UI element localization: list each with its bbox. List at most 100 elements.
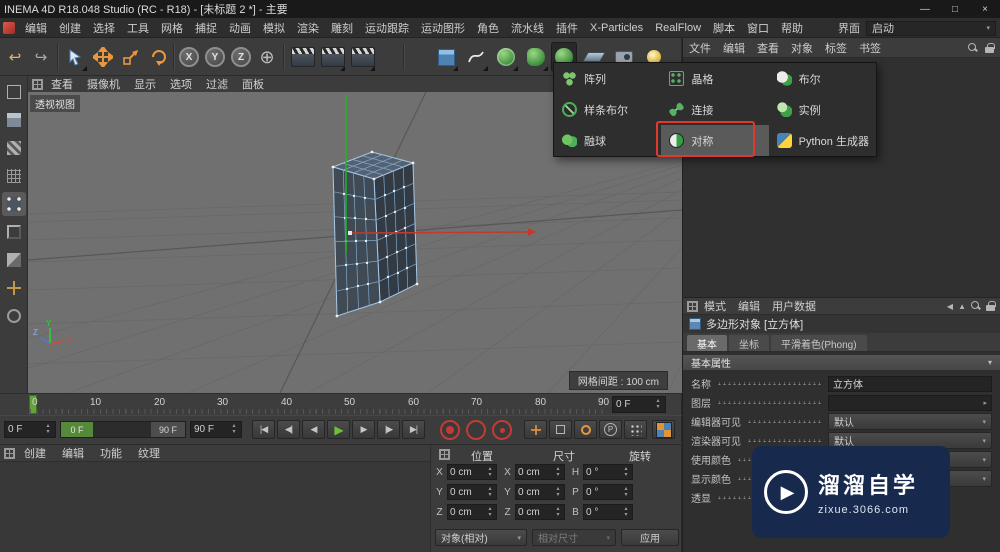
editor-visibility-dropdown[interactable]: 默认 ▾	[828, 413, 992, 430]
coordinate-system-button[interactable]: ⊕	[254, 42, 280, 72]
material-menu-edit[interactable]: 编辑	[55, 445, 91, 461]
name-field[interactable]: 立方体	[828, 375, 992, 392]
minimize-button[interactable]: —	[910, 0, 940, 18]
am-menu-mode[interactable]: 模式	[698, 298, 732, 314]
range-start-spinner[interactable]: ▴ ▾	[44, 423, 52, 436]
menu-plugins[interactable]: 插件	[550, 20, 584, 36]
menu-create[interactable]: 创建	[53, 20, 87, 36]
record-position-toggle[interactable]	[524, 420, 547, 439]
menu-realflow[interactable]: RealFlow	[649, 22, 707, 34]
tab-phong[interactable]: 平滑着色(Phong)	[771, 335, 867, 351]
position-z-field[interactable]: 0 cm ▴ ▾	[447, 504, 497, 520]
menu-item-symmetry[interactable]: 对称	[661, 125, 769, 156]
am-menu-edit[interactable]: 编辑	[732, 298, 766, 314]
history-back-icon[interactable]: ◀	[947, 302, 953, 311]
menu-sculpt[interactable]: 雕刻	[325, 20, 359, 36]
go-to-start-button[interactable]: |◀	[252, 420, 275, 439]
spinner[interactable]: ▴ ▾	[554, 466, 562, 479]
menu-mesh[interactable]: 网格	[155, 20, 189, 36]
menu-character[interactable]: 角色	[471, 20, 505, 36]
layer-field[interactable]: ▸	[828, 394, 992, 411]
previous-frame-button[interactable]: ◀	[302, 420, 325, 439]
spinner[interactable]: ▴ ▾	[622, 506, 630, 519]
range-end-spinner[interactable]: ▴ ▾	[230, 423, 238, 436]
search-icon[interactable]	[968, 42, 978, 53]
panel-grid-icon[interactable]	[687, 300, 698, 312]
polygons-mode-button[interactable]	[2, 248, 26, 272]
scale-tool-button[interactable]	[118, 42, 144, 72]
record-parameter-toggle[interactable]: P	[599, 420, 622, 439]
x-axis-lock-button[interactable]: X	[176, 42, 202, 72]
menu-item-lattice[interactable]: 晶格	[661, 63, 768, 94]
viewport-menu-panel[interactable]: 面板	[236, 76, 270, 92]
menu-item-python-generator[interactable]: Python 生成器	[769, 125, 876, 156]
viewport-menu-view[interactable]: 查看	[45, 76, 79, 92]
materials-list[interactable]	[0, 462, 430, 552]
lock-icon[interactable]	[986, 301, 996, 311]
menu-mograph[interactable]: 运动图形	[415, 20, 471, 36]
om-menu-view[interactable]: 查看	[751, 40, 785, 56]
spinner[interactable]: ▴ ▾	[622, 486, 630, 499]
panel-grid-icon[interactable]	[439, 449, 450, 460]
om-menu-objects[interactable]: 对象	[785, 40, 819, 56]
om-menu-file[interactable]: 文件	[683, 40, 717, 56]
timeline-window-button[interactable]	[652, 420, 675, 439]
menu-item-array[interactable]: 阵列	[554, 63, 661, 94]
edges-mode-button[interactable]	[2, 220, 26, 244]
menu-item-spline-mask[interactable]: 样条布尔	[554, 94, 661, 125]
viewport-menu-display[interactable]: 显示	[128, 76, 162, 92]
menu-pipeline[interactable]: 流水线	[505, 20, 550, 36]
undo-button[interactable]: ↩	[2, 42, 28, 72]
coordinate-mode-dropdown[interactable]: 对象(相对) ▾	[435, 529, 527, 546]
tab-basic[interactable]: 基本	[687, 335, 727, 351]
previous-key-button[interactable]: ◀|	[277, 420, 300, 439]
menu-xparticles[interactable]: X-Particles	[584, 22, 649, 34]
current-frame-field[interactable]: 0 F ▴ ▾	[612, 396, 666, 413]
spinner[interactable]: ▴ ▾	[486, 466, 494, 479]
workplane-mode-button[interactable]	[2, 164, 26, 188]
primitive-cube-button[interactable]	[433, 42, 459, 72]
record-keyframe-button[interactable]	[440, 420, 460, 440]
play-button[interactable]: ▶	[327, 420, 350, 439]
range-slider-start[interactable]: 0 F	[61, 422, 93, 437]
size-y-field[interactable]: 0 cm ▴ ▾	[515, 484, 565, 500]
menu-item-connect[interactable]: 连接	[661, 94, 768, 125]
rotation-p-field[interactable]: 0 ° ▴ ▾	[583, 484, 633, 500]
panel-grid-icon[interactable]	[32, 78, 43, 90]
next-frame-button[interactable]: ▶	[352, 420, 375, 439]
viewport-menu-filter[interactable]: 过滤	[200, 76, 234, 92]
range-start-field[interactable]: 0 F ▴ ▾	[4, 421, 56, 438]
record-pla-toggle[interactable]	[624, 420, 647, 439]
menu-window[interactable]: 窗口	[741, 20, 775, 36]
frame-range-slider[interactable]: 0 F 90 F	[60, 421, 186, 438]
menu-item-instance[interactable]: 实例	[769, 94, 876, 125]
menu-edit[interactable]: 编辑	[19, 20, 53, 36]
tab-coordinates[interactable]: 坐标	[729, 335, 769, 351]
keyframe-selection-button[interactable]	[492, 420, 512, 440]
menu-help[interactable]: 帮助	[775, 20, 809, 36]
om-menu-edit[interactable]: 编辑	[717, 40, 751, 56]
redo-button[interactable]: ↪	[28, 42, 54, 72]
apply-button[interactable]: 应用	[621, 529, 679, 546]
subdivision-surface-button[interactable]	[493, 42, 519, 72]
position-y-field[interactable]: 0 cm ▴ ▾	[447, 484, 497, 500]
menu-motion-tracker[interactable]: 运动跟踪	[359, 20, 415, 36]
am-menu-userdata[interactable]: 用户数据	[766, 298, 822, 314]
record-rotation-toggle[interactable]	[574, 420, 597, 439]
spinner[interactable]: ▴ ▾	[622, 466, 630, 479]
viewport-menu-cameras[interactable]: 摄像机	[81, 76, 126, 92]
maximize-button[interactable]: □	[940, 0, 970, 18]
viewport-menu-options[interactable]: 选项	[164, 76, 198, 92]
rotation-h-field[interactable]: 0 ° ▴ ▾	[583, 464, 633, 480]
go-to-end-button[interactable]: ▶|	[402, 420, 425, 439]
lock-icon[interactable]	[985, 42, 995, 53]
material-menu-texture[interactable]: 纹理	[131, 445, 167, 461]
menu-tools[interactable]: 工具	[121, 20, 155, 36]
y-axis-lock-button[interactable]: Y	[202, 42, 228, 72]
move-tool-button[interactable]	[90, 42, 116, 72]
enable-axis-button[interactable]	[2, 276, 26, 300]
close-button[interactable]: ×	[970, 0, 1000, 18]
spinner[interactable]: ▴ ▾	[486, 486, 494, 499]
record-scale-toggle[interactable]	[549, 420, 572, 439]
om-menu-tags[interactable]: 标签	[819, 40, 853, 56]
